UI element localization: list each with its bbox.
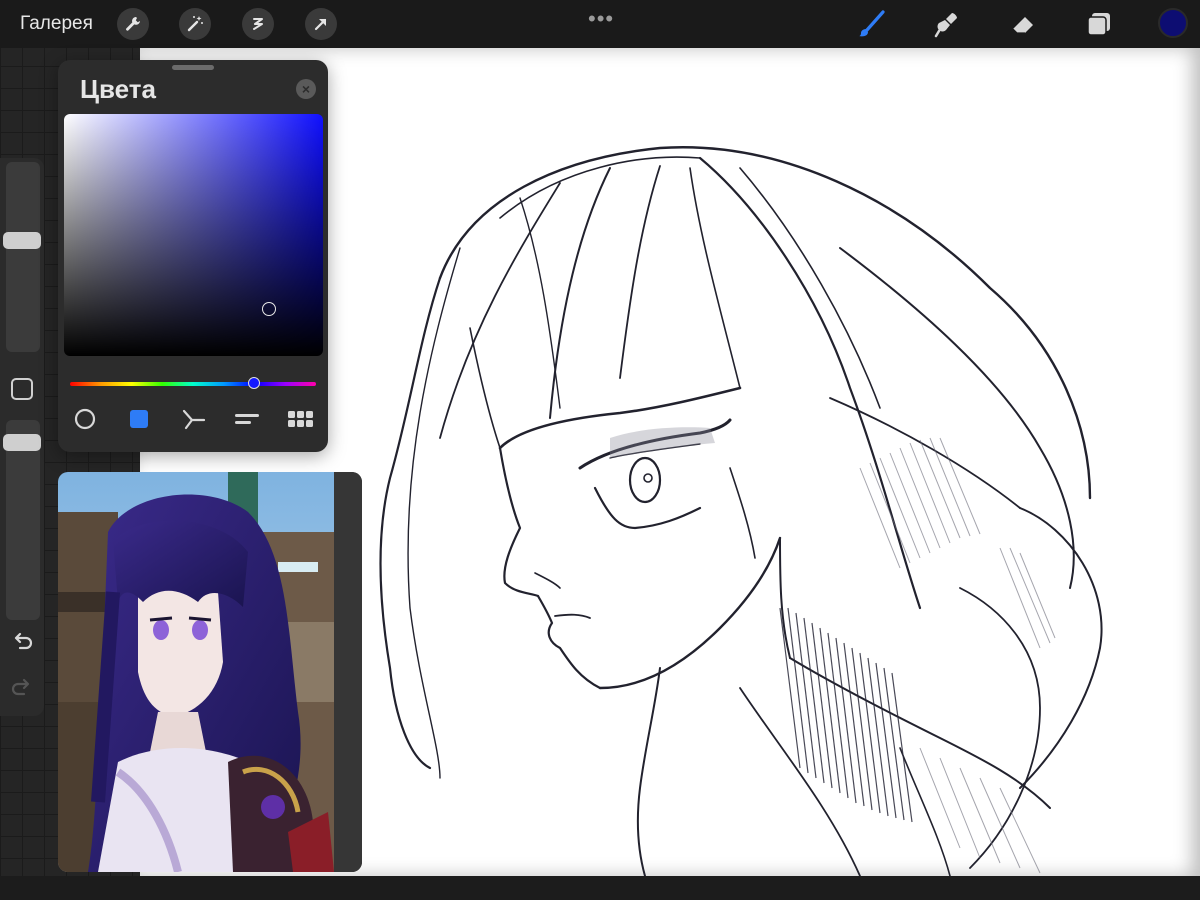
top-toolbar: Галерея ••• (0, 0, 1200, 48)
smudge-icon[interactable] (929, 6, 965, 42)
classic-icon[interactable] (124, 406, 154, 432)
saturation-brightness-picker[interactable] (64, 114, 323, 356)
bottom-bar (0, 876, 1200, 900)
modify-square-icon[interactable] (11, 378, 33, 400)
close-icon[interactable]: × (296, 79, 316, 99)
harmony-icon[interactable] (178, 406, 208, 432)
gallery-button[interactable]: Галерея (20, 13, 93, 35)
colors-panel: Цвета × (58, 60, 328, 452)
panel-grabber[interactable] (172, 65, 214, 70)
eraser-icon[interactable] (1006, 6, 1042, 42)
reference-image (58, 472, 334, 872)
reference-window[interactable] (58, 472, 362, 872)
transform-arrow-icon[interactable] (305, 8, 337, 40)
disc-icon[interactable] (70, 406, 100, 432)
reference-scroll-area[interactable] (334, 472, 362, 872)
left-sidebar (0, 158, 44, 716)
color-picker-cursor[interactable] (262, 302, 276, 316)
magic-wand-icon[interactable] (179, 8, 211, 40)
redo-icon[interactable] (9, 676, 35, 702)
panel-title: Цвета (80, 74, 156, 104)
more-options-icon[interactable]: ••• (588, 6, 614, 32)
layers-icon[interactable] (1081, 6, 1117, 42)
brush-size-thumb[interactable] (3, 232, 41, 249)
brush-icon[interactable] (854, 6, 890, 42)
value-icon[interactable] (232, 406, 262, 432)
brush-size-slider[interactable] (3, 162, 41, 352)
palettes-icon[interactable] (286, 406, 316, 432)
opacity-thumb[interactable] (3, 434, 41, 451)
hue-slider-thumb[interactable] (248, 377, 260, 389)
opacity-slider[interactable] (3, 420, 41, 620)
undo-icon[interactable] (9, 630, 35, 656)
wrench-icon[interactable] (117, 8, 149, 40)
current-color-swatch[interactable] (1158, 8, 1188, 38)
selection-icon[interactable] (242, 8, 274, 40)
hue-slider[interactable] (70, 382, 316, 386)
